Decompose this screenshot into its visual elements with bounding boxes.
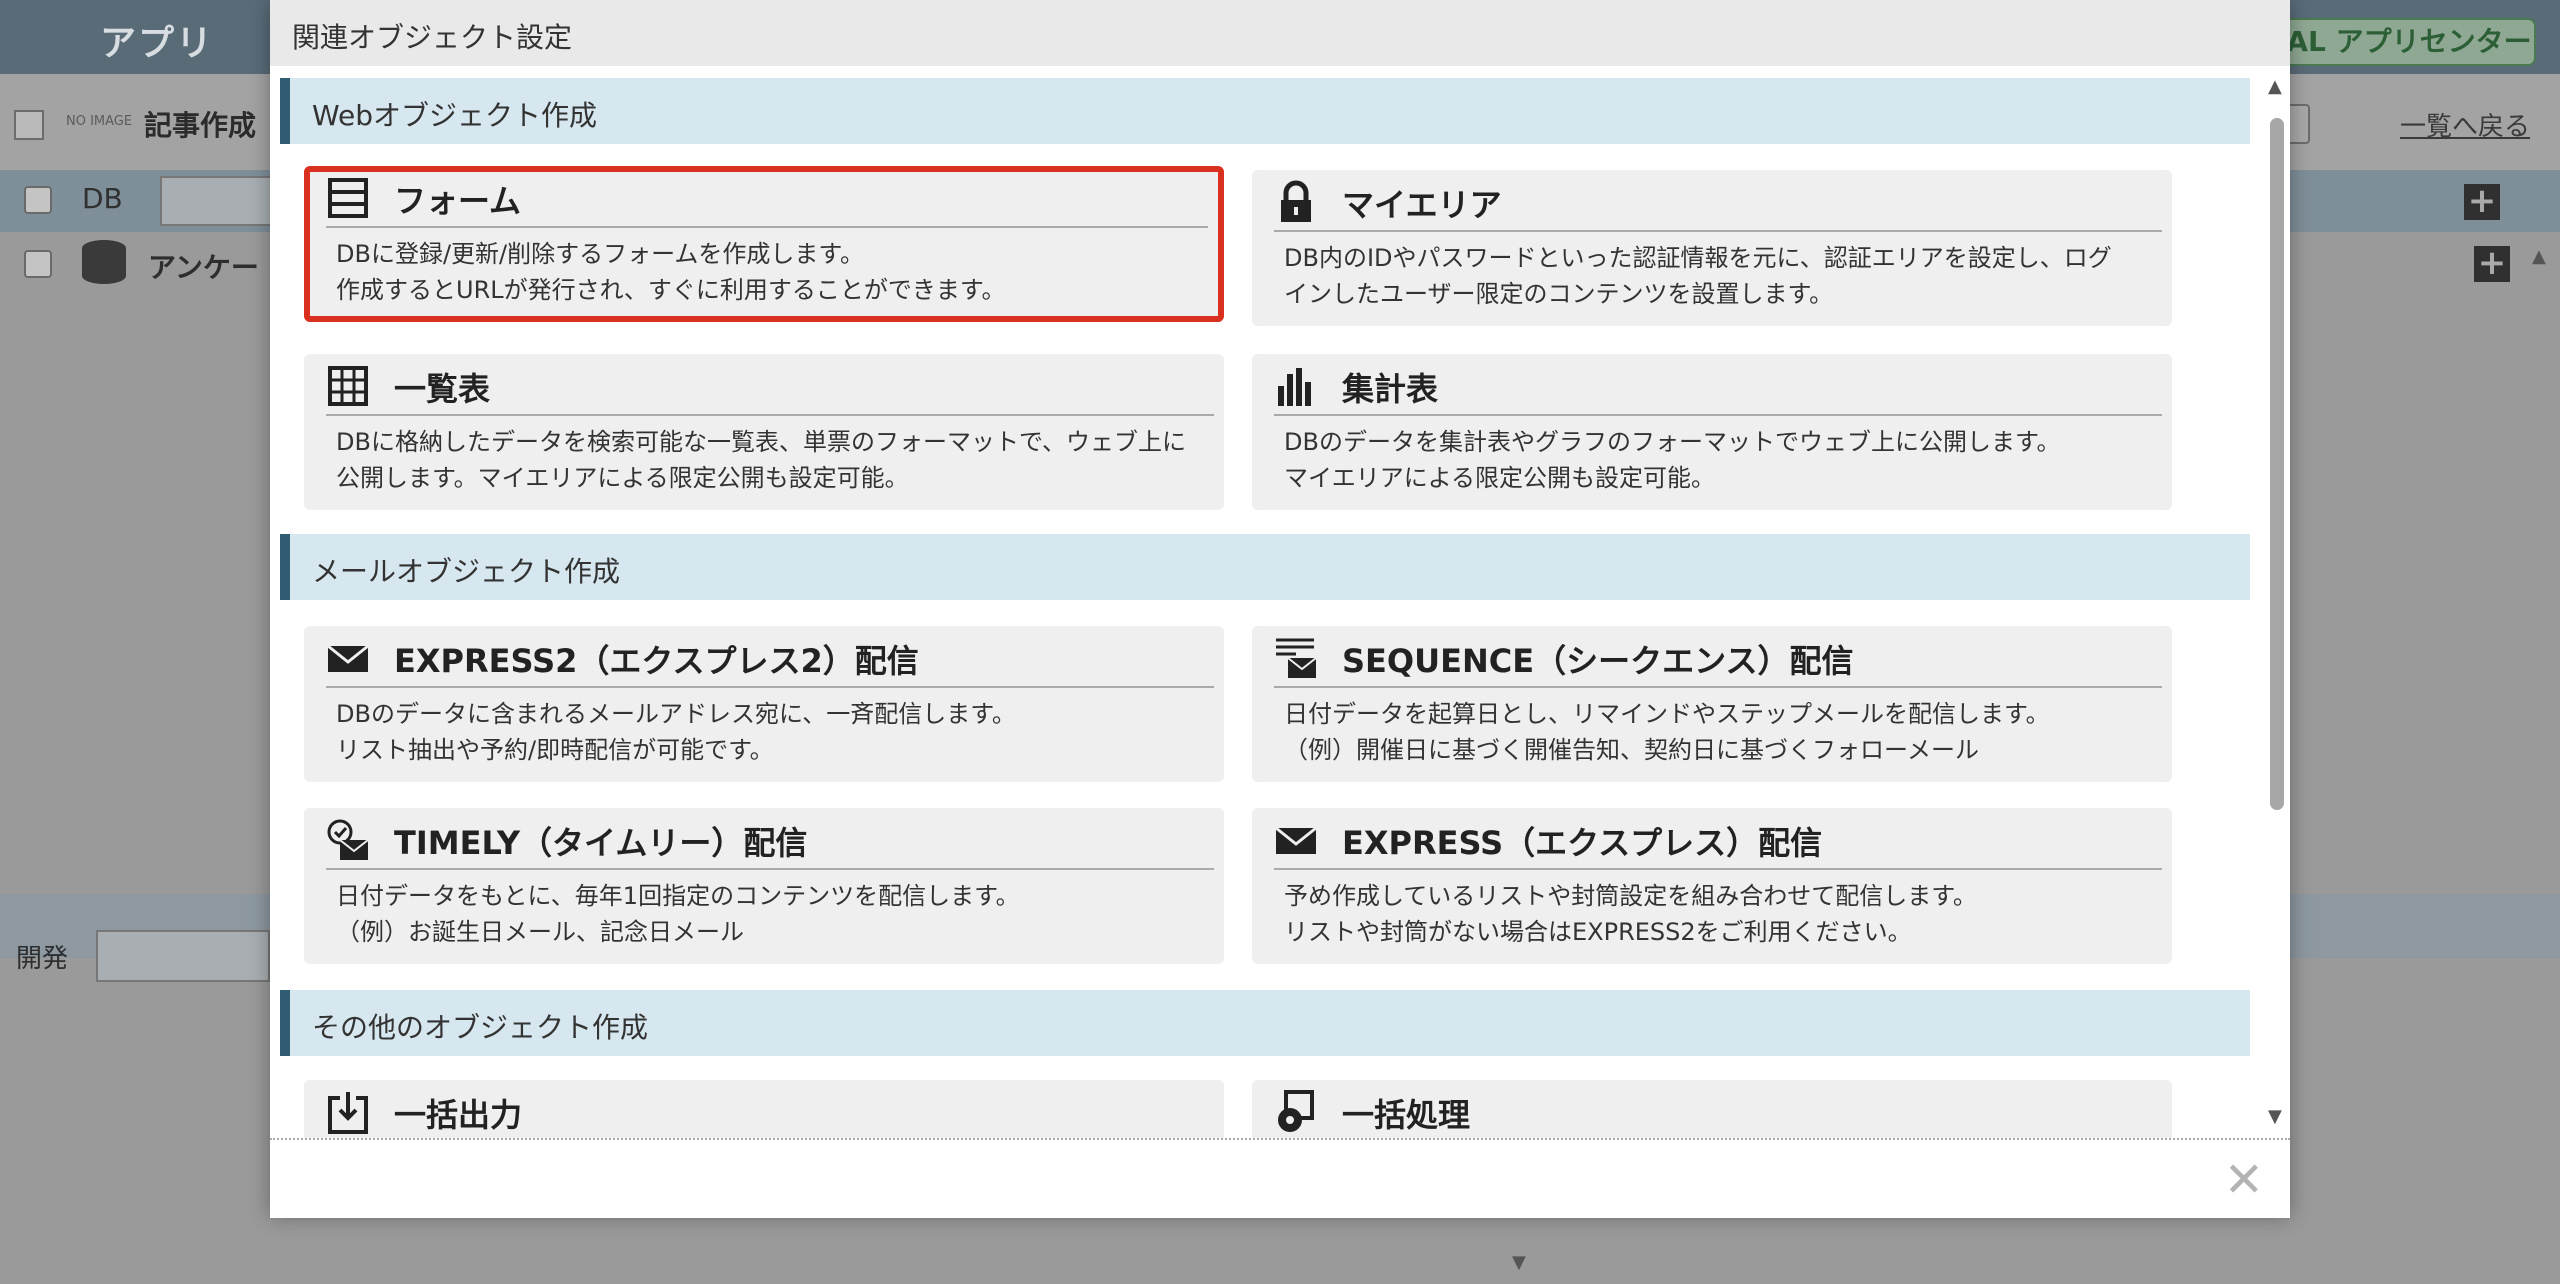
card-description-line: インしたユーザー限定のコンテンツを設置します。 bbox=[1284, 280, 1834, 308]
divider bbox=[1274, 686, 2162, 688]
divider bbox=[1274, 868, 2162, 870]
card-description-line: 日付データを起算日とし、リマインドやステップメールを配信します。 bbox=[1284, 700, 2050, 728]
card-form[interactable]: フォーム DBに登録/更新/削除するフォームを作成します。 作成するとURLが発… bbox=[304, 166, 1224, 322]
add-item-button[interactable]: + bbox=[2474, 246, 2510, 282]
batch-gear-icon bbox=[1278, 1090, 1314, 1132]
card-title: 一括処理 bbox=[1342, 1096, 1471, 1134]
card-description: 予め作成しているリストや封筒設定を組み合わせて配信します。 リストや封筒がない場… bbox=[1284, 878, 2162, 950]
card-description: 日付データを起算日とし、リマインドやステップメールを配信します。 （例）開催日に… bbox=[1284, 696, 2162, 768]
related-object-settings-modal: 関連オブジェクト設定 Webオブジェクト作成 フォーム DBに登録/更新/削除す… bbox=[270, 0, 2290, 1218]
section-label: メールオブジェクト作成 bbox=[312, 555, 621, 588]
dev-label: 開発 bbox=[16, 944, 69, 974]
card-bulk-output[interactable]: 一括出力 bbox=[304, 1080, 1224, 1138]
lock-icon bbox=[1281, 180, 1311, 222]
bar-chart-icon bbox=[1278, 368, 1311, 406]
db-item-name: アンケー bbox=[148, 251, 259, 284]
modal-footer: ✕ bbox=[270, 1138, 2290, 1218]
app-title: アプリ bbox=[100, 23, 215, 64]
modal-body: Webオブジェクト作成 フォーム DBに登録/更新/削除するフォームを作成します… bbox=[270, 66, 2290, 1138]
card-description-line: マイエリアによる限定公開も設定可能。 bbox=[1284, 464, 1716, 492]
card-title: 一括出力 bbox=[394, 1096, 523, 1134]
table-icon bbox=[328, 366, 368, 406]
card-description-line: 作成するとURLが発行され、すぐに利用することができます。 bbox=[336, 276, 1006, 304]
scroll-down-icon[interactable]: ▼ bbox=[1512, 1252, 1526, 1273]
export-icon bbox=[328, 1092, 368, 1134]
card-title: EXPRESS2（エクスプレス2）配信 bbox=[394, 642, 919, 680]
card-description-line: DBのデータに含まれるメールアドレス宛に、一斉配信します。 bbox=[336, 700, 1016, 728]
timely-mail-icon bbox=[327, 819, 369, 860]
divider bbox=[1274, 414, 2162, 416]
db-item-checkbox[interactable] bbox=[24, 250, 52, 278]
mail-icon bbox=[1275, 826, 1317, 854]
db-search-input[interactable] bbox=[160, 176, 284, 226]
card-description-line: 公開します。マイエリアによる限定公開も設定可能。 bbox=[336, 464, 909, 492]
card-title: マイエリア bbox=[1342, 186, 1502, 224]
card-description: DBのデータに含まれるメールアドレス宛に、一斉配信します。 リスト抽出や予約/即… bbox=[336, 696, 1214, 768]
divider bbox=[326, 868, 1214, 870]
dev-search-input[interactable] bbox=[96, 930, 270, 982]
back-to-list-link[interactable]: 一覧へ戻る bbox=[2400, 106, 2530, 143]
modal-header: 関連オブジェクト設定 bbox=[270, 0, 2290, 66]
card-batch-processing[interactable]: 一括処理 bbox=[1252, 1080, 2172, 1138]
card-description: DBに登録/更新/削除するフォームを作成します。 作成するとURLが発行され、す… bbox=[336, 236, 1208, 308]
database-icon bbox=[82, 240, 126, 284]
card-express[interactable]: EXPRESS（エクスプレス）配信 予め作成しているリストや封筒設定を組み合わせ… bbox=[1252, 808, 2172, 964]
card-description-line: 予め作成しているリストや封筒設定を組み合わせて配信します。 bbox=[1284, 882, 1977, 910]
card-description-line: DBのデータを集計表やグラフのフォーマットでウェブ上に公開します。 bbox=[1284, 428, 2061, 456]
card-description-line: DBに登録/更新/削除するフォームを作成します。 bbox=[336, 240, 864, 268]
db-checkbox[interactable] bbox=[24, 186, 52, 214]
mail-icon bbox=[327, 644, 369, 672]
close-icon[interactable]: ✕ bbox=[2224, 1156, 2264, 1204]
dropdown-toggle[interactable] bbox=[14, 110, 44, 140]
db-label: DB bbox=[82, 182, 123, 215]
card-description: 日付データをもとに、毎年1回指定のコンテンツを配信します。 （例）お誕生日メール… bbox=[336, 878, 1214, 950]
divider bbox=[1274, 230, 2162, 232]
card-sequence[interactable]: SEQUENCE（シークエンス）配信 日付データを起算日とし、リマインドやステッ… bbox=[1252, 626, 2172, 782]
card-description: DBに格納したデータを検索可能な一覧表、単票のフォーマットで、ウェブ上に 公開し… bbox=[336, 424, 1214, 496]
section-other-objects: その他のオブジェクト作成 bbox=[280, 990, 2250, 1056]
form-icon bbox=[328, 178, 368, 218]
card-description-line: リストや封筒がない場合はEXPRESS2をご利用ください。 bbox=[1284, 918, 1912, 946]
card-title: 集計表 bbox=[1342, 370, 1439, 408]
divider bbox=[326, 686, 1214, 688]
card-description-line: リスト抽出や予約/即時配信が可能です。 bbox=[336, 736, 774, 764]
card-title: フォーム bbox=[394, 182, 522, 220]
card-description-line: DB内のIDやパスワードといった認証情報を元に、認証エリアを設定し、ログ bbox=[1284, 244, 2112, 272]
section-web-objects: Webオブジェクト作成 bbox=[280, 78, 2250, 144]
card-description-line: 日付データをもとに、毎年1回指定のコンテンツを配信します。 bbox=[336, 882, 1020, 910]
divider bbox=[326, 226, 1208, 228]
modal-scrollbar[interactable]: ▲ ▼ bbox=[2266, 76, 2288, 1136]
card-title: 一覧表 bbox=[394, 370, 491, 408]
card-express2[interactable]: EXPRESS2（エクスプレス2）配信 DBのデータに含まれるメールアドレス宛に… bbox=[304, 626, 1224, 782]
scroll-up-icon[interactable]: ▲ bbox=[2532, 246, 2546, 267]
card-timely[interactable]: TIMELY（タイムリー）配信 日付データをもとに、毎年1回指定のコンテンツを配… bbox=[304, 808, 1224, 964]
card-description-line: （例）開催日に基づく開催告知、契約日に基づくフォローメール bbox=[1284, 736, 1980, 764]
section-label: その他のオブジェクト作成 bbox=[312, 1011, 649, 1044]
scrollbar-thumb[interactable] bbox=[2270, 118, 2284, 810]
card-description-line: DBに格納したデータを検索可能な一覧表、単票のフォーマットで、ウェブ上に bbox=[336, 428, 1186, 456]
article-title: 記事作成 bbox=[144, 109, 257, 142]
modal-title: 関連オブジェクト設定 bbox=[292, 21, 573, 54]
section-label: Webオブジェクト作成 bbox=[312, 99, 598, 132]
card-title: EXPRESS（エクスプレス）配信 bbox=[1342, 824, 1823, 862]
scroll-down-arrow-icon[interactable]: ▼ bbox=[2268, 1106, 2282, 1127]
card-summary-table[interactable]: 集計表 DBのデータを集計表やグラフのフォーマットでウェブ上に公開します。 マイ… bbox=[1252, 354, 2172, 510]
card-my-area[interactable]: マイエリア DB内のIDやパスワードといった認証情報を元に、認証エリアを設定し、… bbox=[1252, 170, 2172, 326]
card-title: SEQUENCE（シークエンス）配信 bbox=[1342, 642, 1854, 680]
card-description: DB内のIDやパスワードといった認証情報を元に、認証エリアを設定し、ログ インし… bbox=[1284, 240, 2162, 312]
sequence-mail-icon bbox=[1276, 638, 1317, 678]
card-description: DBのデータを集計表やグラフのフォーマットでウェブ上に公開します。 マイエリアに… bbox=[1284, 424, 2162, 496]
add-db-button[interactable]: + bbox=[2464, 184, 2500, 220]
card-description-line: （例）お誕生日メール、記念日メール bbox=[336, 918, 744, 946]
section-mail-objects: メールオブジェクト作成 bbox=[280, 534, 2250, 600]
card-list-table[interactable]: 一覧表 DBに格納したデータを検索可能な一覧表、単票のフォーマットで、ウェブ上に… bbox=[304, 354, 1224, 510]
appcenter-logo: AL アプリセンター bbox=[2282, 18, 2536, 66]
divider bbox=[326, 414, 1214, 416]
card-title: TIMELY（タイムリー）配信 bbox=[394, 824, 808, 862]
scroll-up-arrow-icon[interactable]: ▲ bbox=[2268, 76, 2282, 97]
no-image-label: NO IMAGE bbox=[66, 114, 133, 129]
